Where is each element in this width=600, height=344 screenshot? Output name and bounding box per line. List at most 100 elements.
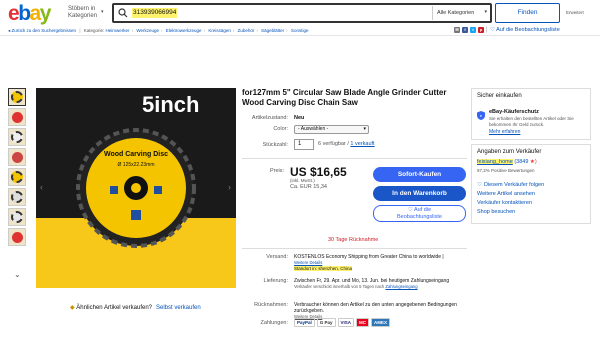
chevron-right-icon: › [203, 28, 206, 33]
seller-info-box: Angaben zum Verkäufer feixiang_home (384… [471, 144, 591, 224]
blade-size-label: Ø 125x22.23mm [118, 162, 155, 168]
buy-now-button[interactable]: Sofort-Kaufen [373, 167, 466, 182]
advanced-search-link[interactable]: Erweitert [566, 10, 584, 15]
thumbnail[interactable] [8, 168, 26, 186]
breadcrumb-item[interactable]: Zubehör [238, 28, 255, 33]
category-label: Kategorie: [83, 28, 105, 33]
seller-name-link[interactable]: feixiang_home [477, 159, 513, 165]
visit-shop-link[interactable]: Shop besuchen [477, 209, 515, 215]
seller-name-line: feixiang_home (3849 ★) [477, 159, 537, 165]
logo-letter: e [8, 2, 20, 25]
breadcrumb-item[interactable]: Kreissägen [208, 28, 231, 33]
payment-received-link[interactable]: Zahlungseingang [385, 284, 417, 289]
breadcrumb-item[interactable]: Elektrowerkzeuge [166, 28, 202, 33]
header: ebay Stöbern in Kategorien ▾ 31393906699… [0, 0, 600, 26]
sell-yourself-link[interactable]: Selbst verkaufen [156, 305, 201, 311]
thumbnail[interactable] [8, 208, 26, 226]
watchlist-line2: Beobachtungsliste [397, 214, 442, 220]
price: US $16,65 [290, 165, 347, 179]
divider [242, 158, 467, 159]
find-button[interactable]: Finden [495, 3, 560, 23]
paypal-icon: PayPal [294, 318, 315, 327]
payments-label: Zahlungen: [260, 320, 288, 326]
returns-badge: 30 Tage Rücknahme [328, 237, 379, 243]
buyer-protection-box: Sicher einkaufen e eBay-Käuferschutz Sie… [471, 88, 591, 140]
color-select[interactable]: - Auswählen - ▾ [294, 125, 369, 134]
chevron-down-icon[interactable]: ⌄ [14, 270, 21, 279]
price-tax-note: (inkl. MwSt.) [290, 178, 315, 183]
breadcrumb-item[interactable]: Sonstige [291, 28, 309, 33]
contact-seller-link[interactable]: Verkäufer kontaktieren [477, 200, 532, 206]
category-select-label: Alle Kategorien [437, 10, 475, 16]
delivery-label: Lieferung: [263, 278, 288, 284]
watchlist-label: Auf die Beobachtungsliste [496, 27, 560, 33]
add-to-cart-button[interactable]: In den Warenkorb [373, 186, 466, 201]
quantity-input[interactable]: 1 [294, 139, 314, 150]
google-pay-icon: G Pay [316, 318, 336, 327]
returns-value: Verbraucher können den Artikel zu den un… [294, 302, 457, 314]
thumbnail[interactable] [8, 188, 26, 206]
watchlist-line1: ♡ Auf die [407, 207, 432, 213]
sell-similar: ◆ Ähnlichen Artikel verkaufen? Selbst ver… [70, 304, 201, 311]
buyer-box-title: Sicher einkaufen [477, 93, 522, 99]
saw-disc-image: Wood Carving Disc Ø 125x22.23mm [76, 128, 196, 248]
category-select[interactable]: Alle Kategorien ▾ [432, 6, 490, 20]
thumbnail[interactable] [8, 108, 26, 126]
search-bar[interactable]: 313939066994 Alle Kategorien ▾ [112, 3, 492, 23]
add-to-watchlist-button[interactable]: ♡ Auf die Beobachtungsliste [373, 205, 466, 222]
facebook-icon[interactable]: f [462, 27, 468, 33]
buyer-protection-text: Sie erhalten den bestellten Artikel oder… [489, 116, 574, 127]
category-browser[interactable]: Stöbern in Kategorien ▾ [68, 6, 108, 20]
shipping-label: Versand: [266, 254, 288, 260]
availability: 6 verfügbar / 1 verkauft [318, 141, 375, 147]
shield-icon: e [477, 111, 485, 120]
share-bar: ✉ f t p | [454, 26, 488, 34]
more-items-link[interactable]: Weitere Artikel ansehen [477, 191, 535, 197]
breadcrumb-item[interactable]: Werkzeuge [136, 28, 159, 33]
search-input[interactable]: 313939066994 [132, 8, 178, 18]
breadcrumb: ◂ Zurück zu den Suchergebnissen | Katego… [8, 28, 308, 34]
sell-similar-label: Ähnlichen Artikel verkaufen? [76, 305, 152, 311]
chevron-right-icon: › [232, 28, 235, 33]
seller-box-title: Angaben zum Verkäufer [477, 149, 542, 155]
follow-seller-link[interactable]: Diesem Verkäufer folgen [484, 182, 544, 188]
seller-links: ♡ Diesem Verkäufer folgen Weitere Artikel… [477, 181, 544, 217]
prev-image-arrow[interactable]: ‹ [40, 182, 43, 192]
divider: | [486, 27, 488, 33]
thumbnail[interactable] [8, 148, 26, 166]
delivery-note: Verkäufer verschickt innerhalb von 5 Tag… [294, 284, 385, 289]
product-image[interactable]: 5inch Wood Carving Disc Ø 125x22.23mm [36, 88, 236, 288]
heart-icon: ♡ [477, 182, 482, 188]
twitter-icon[interactable]: t [470, 27, 476, 33]
ebay-logo[interactable]: ebay [8, 2, 51, 26]
shipping-details-link[interactable]: Weitere Details [294, 260, 322, 265]
logo-letter: a [29, 2, 42, 25]
positive-feedback: 97,2% Positive Bewertungen [477, 168, 535, 173]
price-eur: Ca. EUR 15,34 [290, 184, 327, 190]
chevron-down-icon: ▾ [101, 9, 104, 15]
next-image-arrow[interactable]: › [228, 182, 231, 192]
feedback-count[interactable]: (3849 [514, 159, 528, 165]
mail-icon[interactable]: ✉ [454, 27, 460, 33]
item-location: Standort in: shenzhen, China [294, 266, 353, 271]
chevron-down-icon: ▾ [484, 9, 487, 15]
divider [0, 35, 600, 36]
breadcrumb-item[interactable]: Heimwerker [106, 28, 130, 33]
chevron-right-icon: › [286, 28, 288, 33]
sold-link[interactable]: 1 verkauft [350, 141, 374, 147]
thumbnail-strip [8, 88, 28, 248]
thumbnail[interactable] [8, 228, 26, 246]
condition-label: Artikelzustand: [251, 115, 288, 121]
quantity-label: Stückzahl: [262, 142, 288, 148]
shipping-info: KOSTENLOS Economy Shipping from Greater … [294, 254, 466, 272]
back-to-results-link[interactable]: Zurück zu den Suchergebnissen [12, 28, 77, 33]
search-icon [118, 8, 128, 18]
pinterest-icon[interactable]: p [478, 27, 484, 33]
learn-more-link[interactable]: Mehr erfahren [489, 129, 520, 135]
thumbnail[interactable] [8, 128, 26, 146]
thumbnail[interactable] [8, 88, 26, 106]
returns-label: Rücknahmen: [254, 302, 288, 308]
watchlist-link[interactable]: ♡ Auf die Beobachtungsliste [490, 27, 560, 33]
breadcrumb-item[interactable]: Sägeblätter [261, 28, 284, 33]
color-select-value: - Auswählen - [298, 126, 329, 132]
